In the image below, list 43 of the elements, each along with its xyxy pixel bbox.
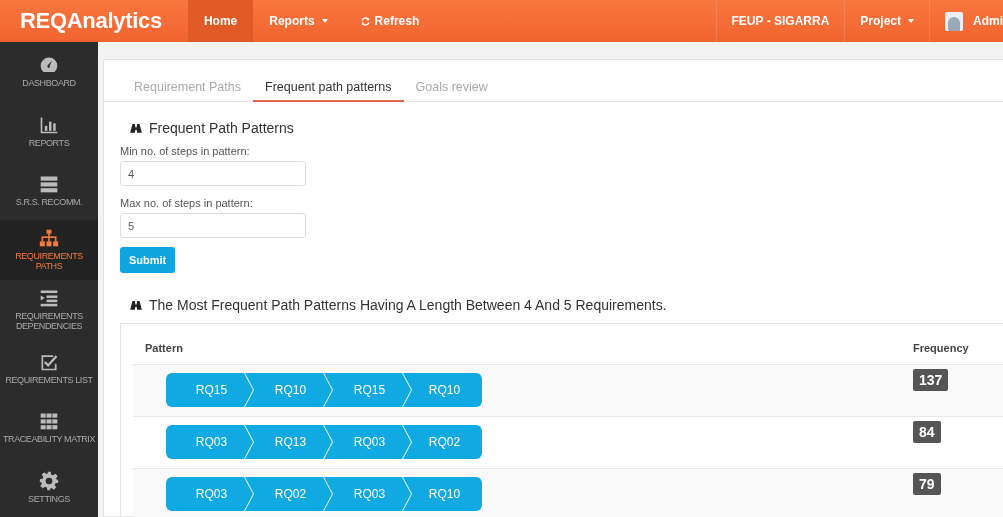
caret-icon: [908, 19, 914, 23]
path-step: RQ15: [166, 373, 253, 407]
path-step: RQ03: [166, 477, 253, 511]
column-header: Frequency: [913, 342, 970, 354]
sidebar-item[interactable]: REQUIREMENTS LIST: [0, 338, 98, 399]
sidebar-item[interactable]: DASHBOARD: [0, 42, 98, 102]
section-title: The Most Frequent Path Patterns Having A Length Between 4 And 5 Requirements.: [149, 297, 667, 313]
sidebar-item[interactable]: REQUIREMENTS DEPENDENCIES: [0, 279, 98, 339]
path-step: RQ15: [324, 373, 411, 407]
input-field[interactable]: 5: [120, 213, 306, 238]
binoculars-icon: [129, 298, 143, 312]
nav-link[interactable]: Home: [187, 0, 254, 42]
path-step: RQ10: [403, 477, 482, 511]
field-label: Min no. of steps in pattern:: [120, 145, 251, 157]
frequency-badge: 84: [913, 421, 941, 443]
input-field[interactable]: 4: [120, 161, 306, 186]
gear-icon: [39, 470, 59, 491]
path-step: RQ02: [245, 477, 332, 511]
refresh-icon: [359, 15, 371, 27]
section-title: Frequent Path Patterns: [149, 120, 294, 136]
sidebar-item[interactable]: SETTINGS: [0, 457, 98, 517]
column-header: Pattern: [145, 342, 184, 354]
field-label: Max no. of steps in pattern:: [120, 197, 254, 209]
grid-icon: [39, 411, 59, 432]
frequency-badge: 79: [913, 473, 941, 495]
sitemap-icon: [39, 228, 59, 249]
path-step: RQ03: [324, 477, 411, 511]
frequency-badge: 137: [913, 369, 949, 391]
path-step: RQ03: [166, 425, 253, 459]
path-step: RQ03: [324, 425, 411, 459]
sidebar-item[interactable]: REQUIREMENTS PATHS: [0, 220, 98, 280]
checkbox-icon: [39, 352, 59, 373]
path-step: RQ02: [403, 425, 482, 459]
path-step: RQ13: [245, 425, 332, 459]
caret-icon: [321, 19, 328, 23]
avatar-icon: [945, 11, 963, 31]
sidebar-item[interactable]: REPORTS: [0, 101, 98, 161]
binoculars-icon: [129, 121, 143, 135]
path-step: RQ10: [245, 373, 332, 407]
tab[interactable]: Frequent path patterns: [253, 80, 404, 102]
sidebar-item[interactable]: TRACEABILITY MATRIX: [0, 398, 98, 458]
sidebar-item[interactable]: S.R.S. RECOMM.: [0, 160, 98, 221]
path-step: RQ10: [403, 373, 482, 407]
